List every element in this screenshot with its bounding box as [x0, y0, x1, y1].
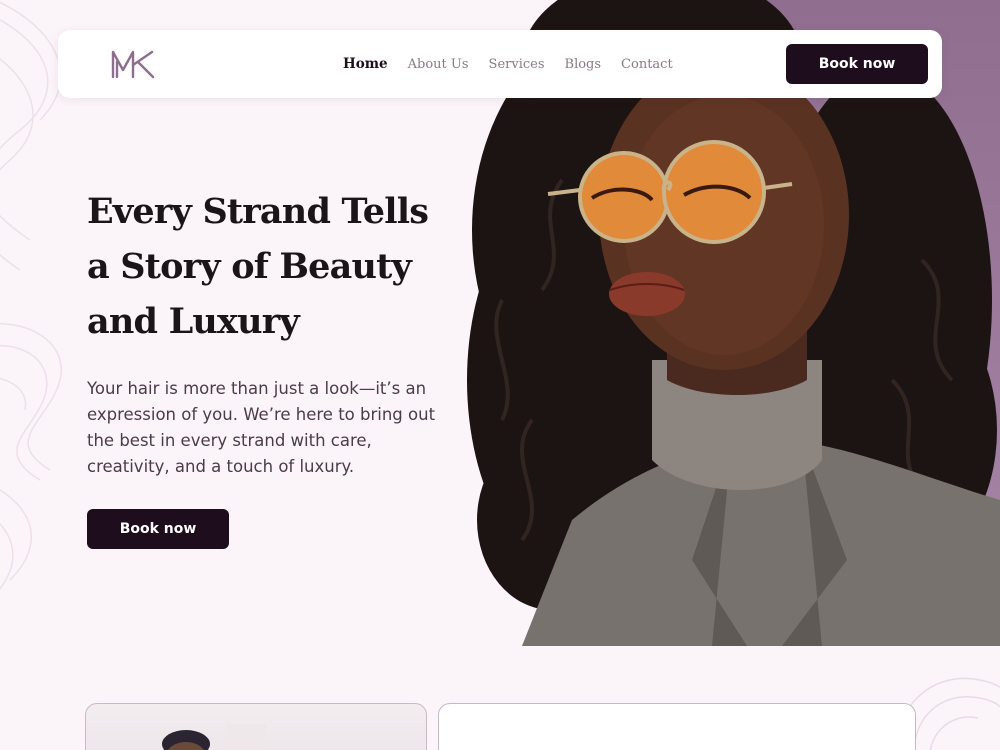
nav-link-about-us[interactable]: About Us: [408, 57, 469, 72]
nav-link-services[interactable]: Services: [489, 57, 545, 72]
mk-monogram-logo[interactable]: [110, 48, 156, 80]
feature-card-image: [85, 703, 427, 750]
hero-subtitle: Your hair is more than just a look—it’s …: [87, 379, 436, 476]
top-navbar: Home About Us Services Blogs Contact Boo…: [58, 30, 942, 98]
landing-page: Home About Us Services Blogs Contact Boo…: [0, 0, 1000, 750]
main-nav: Home About Us Services Blogs Contact: [343, 30, 673, 98]
feature-card-content: [438, 703, 916, 750]
team-photo-image: [162, 724, 266, 750]
nav-link-contact[interactable]: Contact: [621, 57, 673, 72]
nav-link-blogs[interactable]: Blogs: [565, 57, 602, 72]
hero-book-now-button[interactable]: Book now: [87, 509, 229, 549]
hero-title: Every Strand Tells a Story of Beauty and…: [87, 191, 429, 342]
nav-book-now-button[interactable]: Book now: [786, 44, 928, 84]
nav-link-home[interactable]: Home: [343, 56, 388, 72]
